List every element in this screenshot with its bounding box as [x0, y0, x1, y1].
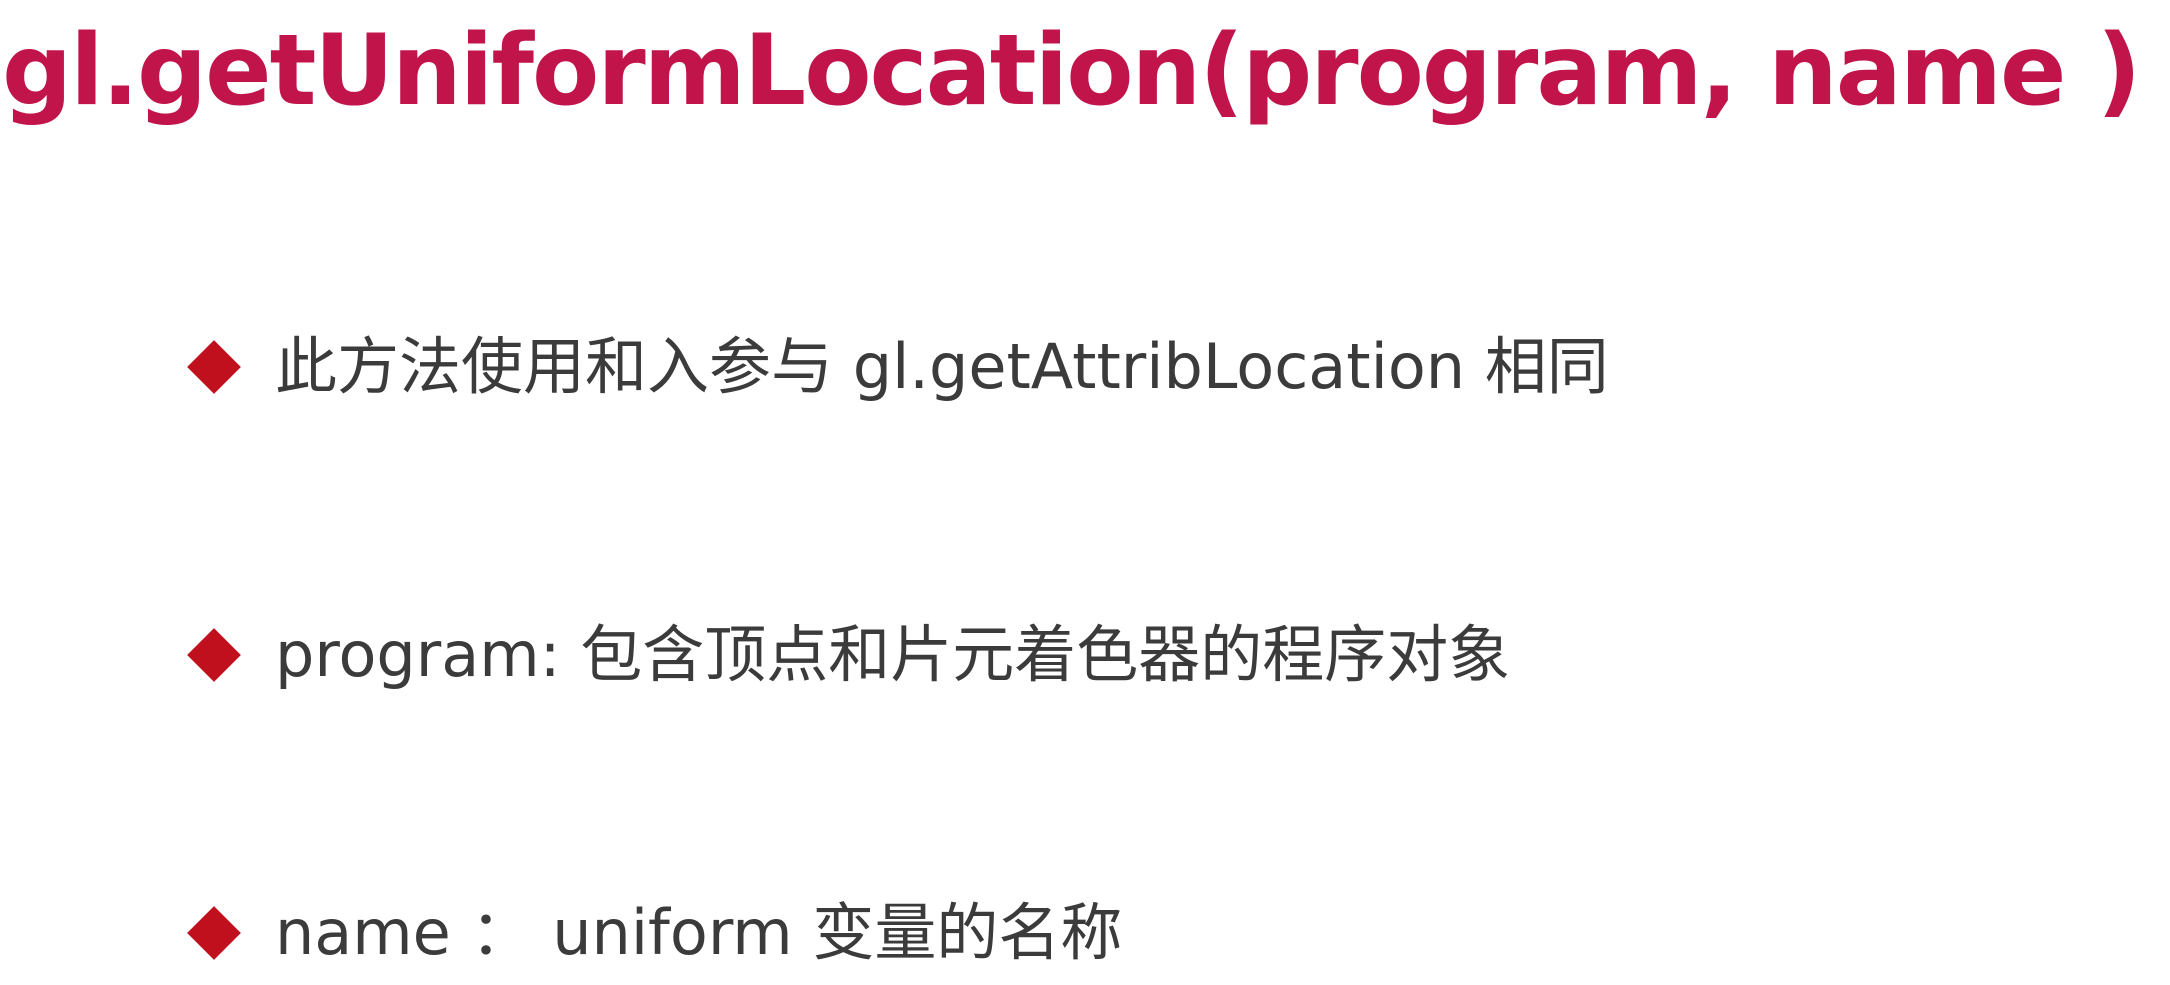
bullet-item: program: 包含顶点和片元着色器的程序对象 — [187, 618, 1511, 692]
diamond-bullet-icon — [187, 340, 241, 395]
slide-title: gl.getUniformLocation(program, name ) — [2, 14, 2141, 128]
bullet-item: 此方法使用和入参与 gl.getAttribLocation 相同 — [187, 330, 1609, 404]
slide: gl.getUniformLocation(program, name ) 此方… — [0, 0, 2170, 985]
bullet-text: name ： uniform 变量的名称 — [275, 896, 1123, 969]
diamond-bullet-icon — [187, 906, 241, 961]
bullet-item: name ： uniform 变量的名称 — [187, 896, 1123, 970]
bullet-text: 此方法使用和入参与 gl.getAttribLocation 相同 — [275, 330, 1609, 403]
diamond-bullet-icon — [187, 628, 241, 683]
bullet-text: program: 包含顶点和片元着色器的程序对象 — [275, 618, 1511, 691]
